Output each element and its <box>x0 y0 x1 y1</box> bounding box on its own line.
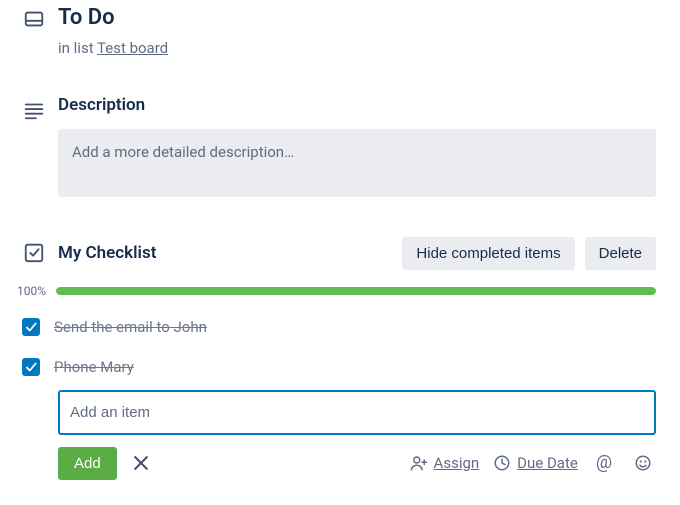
due-date-label: Due Date <box>517 454 578 472</box>
due-date-button[interactable]: Due Date <box>493 454 578 472</box>
card-title[interactable]: To Do <box>58 4 656 33</box>
assign-icon <box>410 454 428 472</box>
add-item-button[interactable]: Add <box>58 447 117 480</box>
assign-label: Assign <box>434 454 480 472</box>
list-link[interactable]: Test board <box>97 39 168 57</box>
progress-percent: 100% <box>10 284 46 298</box>
checklist-item-text[interactable]: Send the email to John <box>54 318 207 336</box>
description-heading: Description <box>58 95 145 115</box>
card-list-location: in list Test board <box>58 39 656 57</box>
clock-icon <box>493 454 511 472</box>
assign-button[interactable]: Assign <box>410 454 480 472</box>
card-icon <box>23 8 45 30</box>
add-item-input[interactable] <box>58 390 656 435</box>
checklist-item-text[interactable]: Phone Mary <box>54 358 134 376</box>
description-input[interactable]: Add a more detailed description… <box>58 129 656 197</box>
checklist-icon <box>23 241 45 263</box>
checklist-checkbox[interactable] <box>22 318 40 336</box>
hide-completed-button[interactable]: Hide completed items <box>402 237 574 270</box>
emoji-button[interactable] <box>630 450 656 476</box>
checklist-item[interactable]: Send the email to John <box>16 312 656 342</box>
progress-fill <box>56 287 656 295</box>
close-icon[interactable] <box>131 453 151 473</box>
checklist-heading[interactable]: My Checklist <box>58 243 156 263</box>
checklist-checkbox[interactable] <box>22 358 40 376</box>
at-icon: @ <box>596 454 612 472</box>
description-icon <box>23 99 45 121</box>
delete-checklist-button[interactable]: Delete <box>585 237 656 270</box>
smile-icon <box>634 454 652 472</box>
progress-bar <box>56 287 656 295</box>
checklist-item[interactable]: Phone Mary <box>16 352 656 382</box>
mention-button[interactable]: @ <box>592 450 616 476</box>
